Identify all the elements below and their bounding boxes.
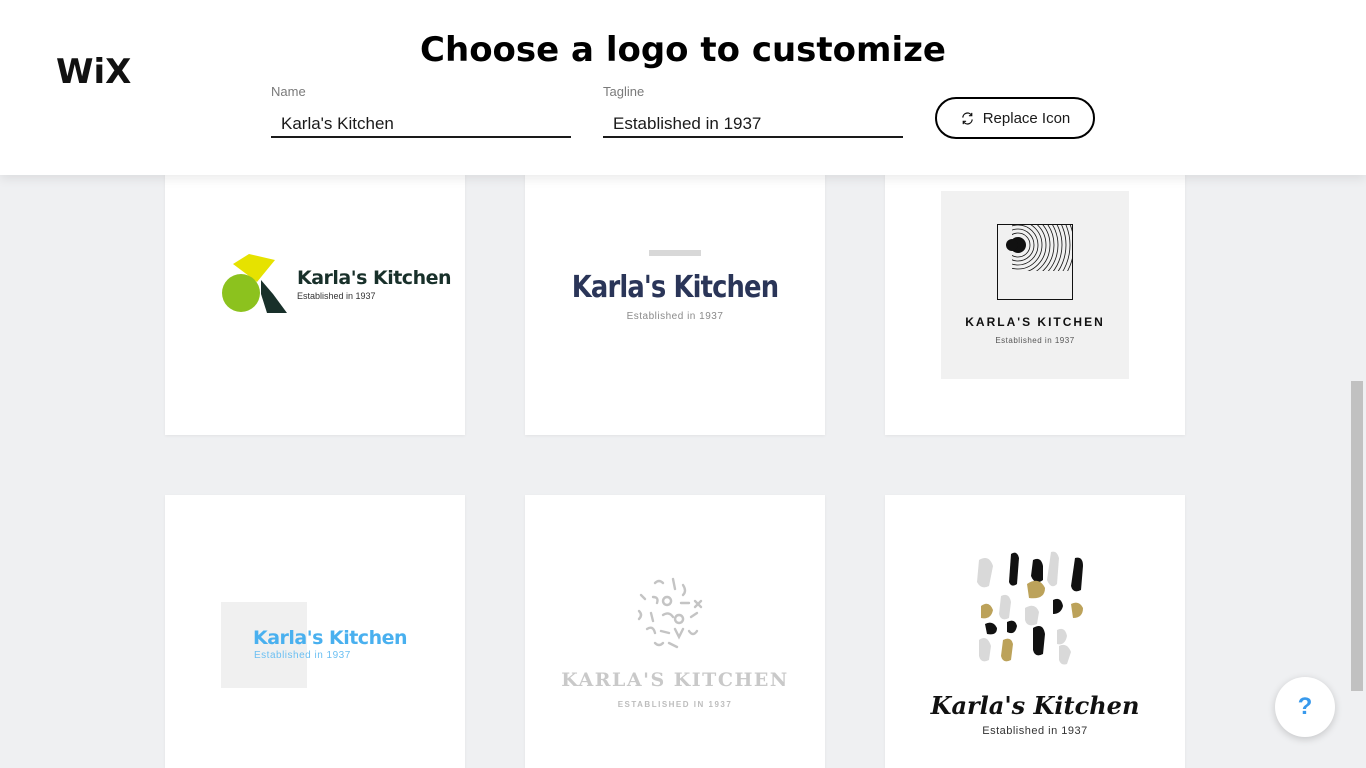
logo-card-4[interactable]: Karla's Kitchen Established in 1937 [165, 495, 465, 768]
tagline-input[interactable]: Established in 1937 [603, 114, 903, 138]
logo-card-2[interactable]: Karla's Kitchen Established in 1937 [525, 135, 825, 435]
question-mark-icon: ? [1297, 693, 1313, 720]
logo-name: KARLA'S KITCHEN [561, 669, 789, 691]
logo-tagline: Established in 1937 [995, 336, 1075, 345]
logo-name: KARLA'S KITCHEN [965, 315, 1105, 329]
replace-icon-button[interactable]: Replace Icon [935, 97, 1095, 139]
name-input[interactable]: Karla's Kitchen [271, 114, 571, 138]
tagline-field: Tagline Established in 1937 [603, 84, 903, 138]
help-button[interactable]: ? [1275, 677, 1335, 737]
logo-background: KARLA'S KITCHEN Established in 1937 [941, 191, 1129, 379]
name-field: Name Karla's Kitchen [271, 84, 571, 138]
scrollbar-thumb[interactable] [1351, 381, 1363, 691]
logo-card-1[interactable]: Karla's Kitchen Established in 1937 [165, 135, 465, 435]
name-label: Name [271, 84, 306, 99]
header: WiX Choose a logo to customize Name Karl… [0, 0, 1366, 175]
vinyl-record-icon [997, 224, 1073, 300]
logo-name: Karla's Kitchen [930, 691, 1140, 720]
squiggle-pattern-icon [637, 577, 703, 649]
refresh-icon [961, 111, 973, 125]
brush-strokes-icon [977, 551, 1083, 665]
replace-icon-label: Replace Icon [982, 109, 1071, 127]
logo-card-3[interactable]: KARLA'S KITCHEN Established in 1937 [885, 135, 1185, 435]
leaf-shapes-icon [222, 254, 287, 313]
logo-card-6[interactable]: Karla's Kitchen Established in 1937 [885, 495, 1185, 768]
tagline-label: Tagline [603, 84, 645, 99]
logo-tagline: ESTABLISHED IN 1937 [617, 700, 733, 709]
logo-tagline: Established in 1937 [254, 650, 351, 661]
logo-card-5[interactable]: KARLA'S KITCHEN ESTABLISHED IN 1937 [525, 495, 825, 768]
page-title: Choose a logo to customize [420, 30, 946, 70]
logo-tagline: Established in 1937 [982, 725, 1088, 737]
logo-name: Karla's Kitchen [253, 627, 408, 649]
logo-tagline: Established in 1937 [297, 291, 376, 301]
logo-name: Karla's Kitchen [297, 267, 452, 289]
logo-name: Karla's Kitchen [571, 270, 779, 305]
logo-tagline: Established in 1937 [626, 311, 724, 322]
decorative-bar [649, 250, 701, 256]
